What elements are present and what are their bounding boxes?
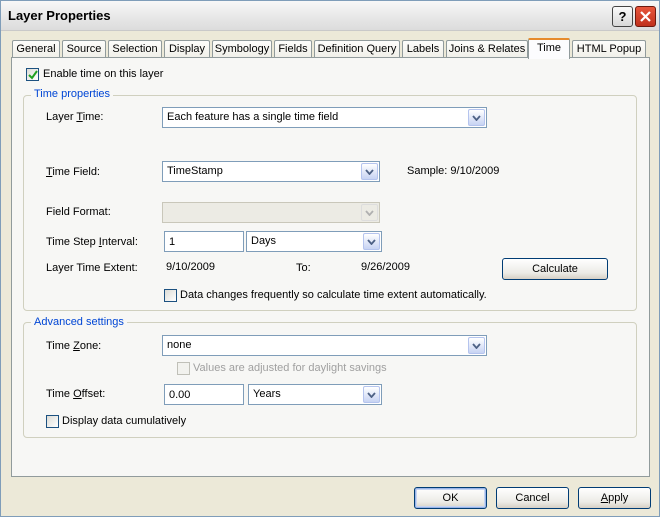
- layer-time-value: Each feature has a single time field: [167, 111, 339, 123]
- time-tab-panel: Enable time on this layer Time propertie…: [11, 57, 650, 477]
- chevron-down-icon: [472, 115, 481, 121]
- step-interval-field[interactable]: [165, 232, 243, 251]
- extent-end-value: 9/26/2009: [361, 261, 410, 273]
- sample-text: Sample: 9/10/2009: [407, 165, 500, 177]
- chevron-down-icon: [365, 169, 374, 175]
- step-interval-label: Time Step Interval:: [46, 236, 138, 248]
- step-interval-input[interactable]: [164, 231, 244, 252]
- tab-fields[interactable]: Fields: [274, 40, 312, 58]
- window-title: Layer Properties: [8, 8, 111, 23]
- dropdown-arrow[interactable]: [363, 233, 380, 250]
- tab-joins-relates[interactable]: Joins & Relates: [446, 40, 528, 58]
- time-zone-label: Time Zone:: [46, 340, 102, 352]
- layer-time-dropdown[interactable]: Each feature has a single time field: [162, 107, 487, 128]
- ok-button[interactable]: OK: [414, 487, 487, 509]
- tab-time[interactable]: Time: [528, 38, 570, 59]
- tab-definition-query[interactable]: Definition Query: [314, 40, 400, 58]
- tab-labels[interactable]: Labels: [402, 40, 444, 58]
- calculate-button[interactable]: Calculate: [502, 258, 608, 280]
- tab-html-popup[interactable]: HTML Popup: [572, 40, 646, 58]
- dropdown-arrow[interactable]: [468, 337, 485, 354]
- field-format-label: Field Format:: [46, 206, 111, 218]
- tab-selection[interactable]: Selection: [108, 40, 162, 58]
- chevron-down-icon: [367, 392, 376, 398]
- title-bar[interactable]: Layer Properties ?: [1, 1, 659, 31]
- checkmark-icon: [28, 70, 38, 80]
- dropdown-arrow: [361, 204, 378, 221]
- offset-unit-dropdown[interactable]: Years: [248, 384, 382, 405]
- time-offset-label: Time Offset:: [46, 388, 106, 400]
- cumulative-checkbox[interactable]: [46, 415, 59, 428]
- time-field-dropdown[interactable]: TimeStamp: [162, 161, 380, 182]
- chevron-down-icon: [367, 239, 376, 245]
- time-field-value: TimeStamp: [167, 165, 223, 177]
- time-zone-dropdown[interactable]: none: [162, 335, 487, 356]
- extent-start-value: 9/10/2009: [166, 261, 215, 273]
- chevron-down-icon: [365, 210, 374, 216]
- dropdown-arrow[interactable]: [468, 109, 485, 126]
- time-properties-title: Time properties: [31, 88, 114, 100]
- time-field-label: Time Field:: [46, 166, 100, 178]
- close-button[interactable]: [635, 6, 656, 27]
- layer-time-extent-label: Layer Time Extent:: [46, 262, 138, 274]
- auto-calc-label: Data changes frequently so calculate tim…: [180, 289, 487, 301]
- cancel-button[interactable]: Cancel: [496, 487, 569, 509]
- chevron-down-icon: [472, 343, 481, 349]
- layer-time-label: Layer Time:: [46, 111, 104, 123]
- dropdown-arrow[interactable]: [361, 163, 378, 180]
- offset-unit-value: Years: [253, 388, 281, 400]
- cumulative-label: Display data cumulatively: [62, 415, 187, 427]
- daylight-checkbox: [177, 362, 190, 375]
- close-icon: [640, 11, 651, 22]
- auto-calc-checkbox[interactable]: [164, 289, 177, 302]
- apply-button[interactable]: Apply: [578, 487, 651, 509]
- enable-time-checkbox[interactable]: [26, 68, 39, 81]
- advanced-settings-title: Advanced settings: [31, 316, 127, 328]
- daylight-label: Values are adjusted for daylight savings: [193, 362, 387, 374]
- tab-source[interactable]: Source: [62, 40, 106, 58]
- dropdown-arrow[interactable]: [363, 386, 380, 403]
- time-offset-input[interactable]: [164, 384, 244, 405]
- tab-general[interactable]: General: [12, 40, 60, 58]
- enable-time-label: Enable time on this layer: [43, 68, 164, 80]
- field-format-dropdown: [162, 202, 380, 223]
- time-zone-value: none: [167, 339, 192, 351]
- tab-symbology[interactable]: Symbology: [212, 40, 272, 58]
- tab-display[interactable]: Display: [164, 40, 210, 58]
- step-unit-dropdown[interactable]: Days: [246, 231, 382, 252]
- layer-properties-window: Layer Properties ? General Source Select…: [0, 0, 660, 517]
- help-icon: ?: [618, 9, 627, 24]
- step-unit-value: Days: [251, 235, 277, 247]
- time-offset-field[interactable]: [165, 385, 243, 404]
- extent-to-label: To:: [296, 262, 311, 274]
- help-button[interactable]: ?: [612, 6, 633, 27]
